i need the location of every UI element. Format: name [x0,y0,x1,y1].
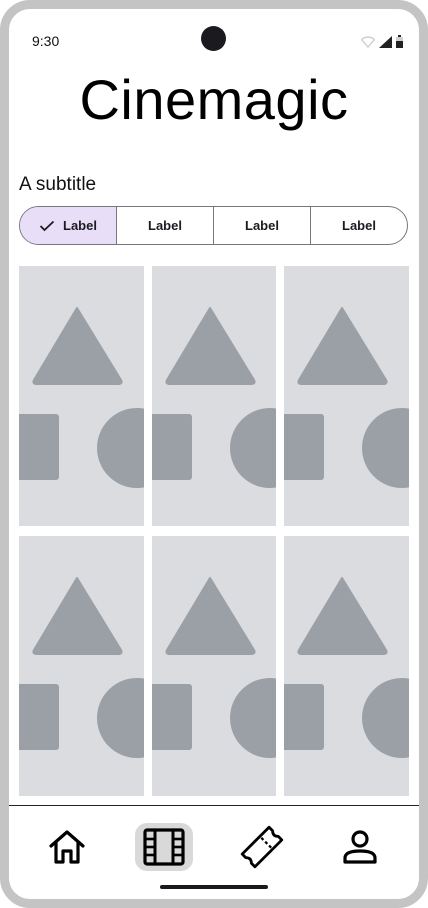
film-icon [143,828,185,866]
phone-frame: 9:30 Cinemagic A subtitle Label Label La… [0,0,428,908]
segment-1[interactable]: Label [20,207,116,244]
placeholder-image-icon [284,577,409,758]
nav-profile[interactable] [331,823,389,871]
camera-cutout [201,26,226,51]
movie-grid [19,266,409,796]
nav-tickets[interactable] [233,823,291,871]
person-icon [343,830,377,864]
status-icons [361,34,403,48]
movie-card[interactable] [284,266,409,526]
placeholder-image-icon [284,307,409,488]
nav-divider [9,805,419,806]
nav-movies[interactable] [135,823,193,871]
wifi-icon [361,36,375,48]
segmented-button: Label Label Label Label [19,206,408,245]
page-subtitle: A subtitle [19,174,97,195]
segment-2[interactable]: Label [116,207,213,244]
placeholder-image-icon [152,577,276,758]
segment-4[interactable]: Label [310,207,407,244]
movie-card[interactable] [284,536,409,796]
movie-card[interactable] [19,266,144,526]
segment-label: Label [148,218,182,233]
segment-label: Label [63,218,97,233]
status-bar: 9:30 [9,9,419,53]
segment-label: Label [245,218,279,233]
segment-label: Label [342,218,376,233]
bottom-navigation [9,815,419,875]
movie-card[interactable] [152,536,276,796]
placeholder-image-icon [19,577,144,758]
battery-icon [396,35,403,48]
ticket-icon [240,825,284,869]
nav-home[interactable] [38,823,96,871]
signal-icon [379,36,392,48]
home-icon [49,830,85,864]
placeholder-image-icon [19,307,144,488]
home-indicator [160,885,268,889]
check-icon [39,220,55,232]
status-time: 9:30 [32,33,60,49]
placeholder-image-icon [152,307,276,488]
movie-card[interactable] [19,536,144,796]
app-title: Cinemagic [79,68,349,131]
movie-card[interactable] [152,266,276,526]
segment-3[interactable]: Label [213,207,310,244]
